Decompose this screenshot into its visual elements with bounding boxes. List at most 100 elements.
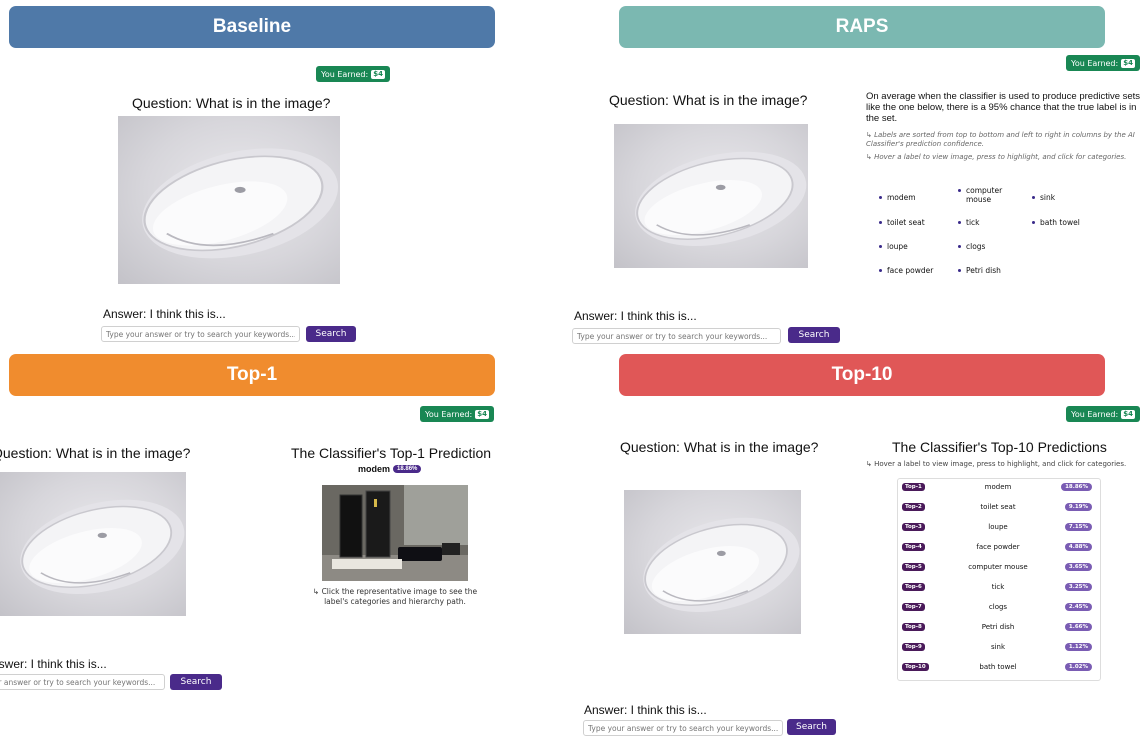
raps-label[interactable]: clogs [958, 242, 985, 251]
search-button[interactable]: Search [306, 326, 356, 342]
rank-badge: Top-2 [902, 503, 925, 511]
top10-row[interactable]: Top-9 sink 1.12% [898, 640, 1098, 654]
search-button[interactable]: Search [787, 719, 836, 735]
raps-hint-sorting-text: Labels are sorted from top to bottom and… [866, 131, 1135, 148]
top1-banner: Top-1 [9, 354, 495, 396]
earned-badge: You Earned: $4 [1066, 406, 1140, 422]
raps-label-text: Petri dish [966, 266, 1001, 275]
earned-badge: You Earned: $4 [316, 66, 390, 82]
top10-row[interactable]: Top-6 tick 3.25% [898, 580, 1098, 594]
answer-title-text: Answer: I think this is... [0, 657, 107, 671]
baseline-banner: Baseline [9, 6, 495, 48]
bullet-icon [958, 189, 961, 192]
prediction-label: computer mouse [968, 563, 1028, 571]
top10-banner: Top-10 [619, 354, 1105, 396]
rank-badge: Top-9 [902, 643, 925, 651]
confidence-badge: 1.12% [1064, 643, 1092, 651]
answer-title: Answer: I think this is... [0, 657, 114, 671]
confidence-badge: 1.02% [1064, 663, 1092, 671]
bullet-icon [879, 245, 882, 248]
rank-badge: Top-3 [902, 523, 925, 531]
raps-label[interactable]: loupe [879, 242, 908, 251]
top10-row[interactable]: Top-4 face powder 4.88% [898, 540, 1098, 554]
earned-badge: You Earned: $4 [420, 406, 494, 422]
query-image [0, 472, 186, 616]
raps-label[interactable]: bath towel [1032, 218, 1080, 227]
search-button[interactable]: Search [170, 674, 222, 690]
bullet-icon [1032, 221, 1035, 224]
top10-row[interactable]: Top-8 Petri dish 1.66% [898, 620, 1098, 634]
top10-row[interactable]: Top-1 modem 18.86% [898, 480, 1098, 494]
prediction-label: tick [991, 583, 1005, 591]
raps-banner: RAPS [619, 6, 1105, 48]
answer-title: Answer: I think this is... [574, 309, 697, 323]
query-image [118, 116, 340, 284]
top10-hover-hint: ↳ Hover a label to view image, press to … [866, 460, 1127, 468]
top10-row[interactable]: Top-5 computer mouse 3.65% [898, 560, 1098, 574]
prediction-label: modem [984, 483, 1012, 491]
raps-label-text: bath towel [1040, 218, 1080, 227]
rank-badge: Top-6 [902, 583, 925, 591]
prediction-label: sink [990, 643, 1006, 651]
raps-label-text: face powder [887, 266, 934, 275]
raps-label-text: sink [1040, 193, 1056, 202]
raps-title: RAPS [835, 16, 889, 37]
top1-title: Top-1 [226, 364, 278, 385]
top10-row[interactable]: Top-2 toilet seat 9.19% [898, 500, 1098, 514]
confidence-badge: 18.86% [1061, 483, 1092, 491]
answer-title: Answer: I think this is... [103, 307, 226, 321]
prediction-label: face powder [976, 543, 1020, 551]
confidence-badge: 3.25% [1064, 583, 1092, 591]
raps-label[interactable]: Petri dish [958, 266, 1001, 275]
answer-title: Answer: I think this is... [584, 703, 707, 717]
earned-amount: $4 [371, 69, 385, 79]
confidence-badge: 4.88% [1064, 543, 1092, 551]
prediction-label: Petri dish [981, 623, 1015, 631]
raps-label[interactable]: computer mouse [958, 186, 1018, 204]
top1-pct-badge: 18.86% [393, 465, 422, 473]
rank-badge: Top-1 [902, 483, 925, 491]
answer-input[interactable] [0, 674, 165, 690]
confidence-badge: 2.45% [1064, 603, 1092, 611]
search-button[interactable]: Search [788, 327, 840, 343]
prediction-label: loupe [988, 523, 1008, 531]
raps-hint-hover-text: Hover a label to view image, press to hi… [874, 153, 1127, 161]
raps-label[interactable]: face powder [879, 266, 933, 275]
top10-row[interactable]: Top-3 loupe 7.15% [898, 520, 1098, 534]
top1-label-row[interactable]: modem 18.86% [358, 464, 422, 474]
raps-label[interactable]: modem [879, 193, 916, 202]
confidence-badge: 3.65% [1064, 563, 1092, 571]
answer-input[interactable] [583, 720, 783, 736]
query-image [614, 124, 808, 268]
baseline-title: Baseline [212, 16, 292, 37]
caption-text: Click the representative image to see th… [321, 587, 478, 606]
top10-prediction-title: The Classifier's Top-10 Predictions [892, 439, 1107, 455]
rank-badge: Top-7 [902, 603, 925, 611]
prediction-label: clogs [988, 603, 1008, 611]
top10-row[interactable]: Top-10 bath towel 1.02% [898, 660, 1098, 674]
raps-label-text: tick [966, 218, 980, 227]
query-image [624, 490, 801, 634]
raps-description: On average when the classifier is used t… [866, 91, 1141, 124]
bullet-icon [879, 269, 882, 272]
raps-label[interactable]: toilet seat [879, 218, 925, 227]
representative-image[interactable] [322, 485, 468, 581]
top1-label: modem [358, 464, 391, 474]
raps-label-text: computer mouse [966, 186, 1003, 204]
raps-label[interactable]: tick [958, 218, 980, 227]
top10-row[interactable]: Top-7 clogs 2.45% [898, 600, 1098, 614]
rank-badge: Top-5 [902, 563, 925, 571]
raps-label[interactable]: sink [1032, 193, 1055, 202]
earned-amount: $4 [475, 409, 489, 419]
question-text: Question: What is in the image? [620, 439, 819, 455]
answer-input[interactable] [101, 326, 300, 342]
earned-badge: You Earned: $4 [1066, 55, 1140, 71]
bullet-icon [958, 269, 961, 272]
answer-input[interactable] [572, 328, 781, 344]
question-text: Question: What is in the image? [0, 445, 191, 461]
bullet-icon [958, 245, 961, 248]
bullet-icon [879, 221, 882, 224]
raps-hint-sorting: ↳ Labels are sorted from top to bottom a… [866, 131, 1135, 148]
prediction-label: toilet seat [980, 503, 1016, 511]
confidence-badge: 7.15% [1064, 523, 1092, 531]
